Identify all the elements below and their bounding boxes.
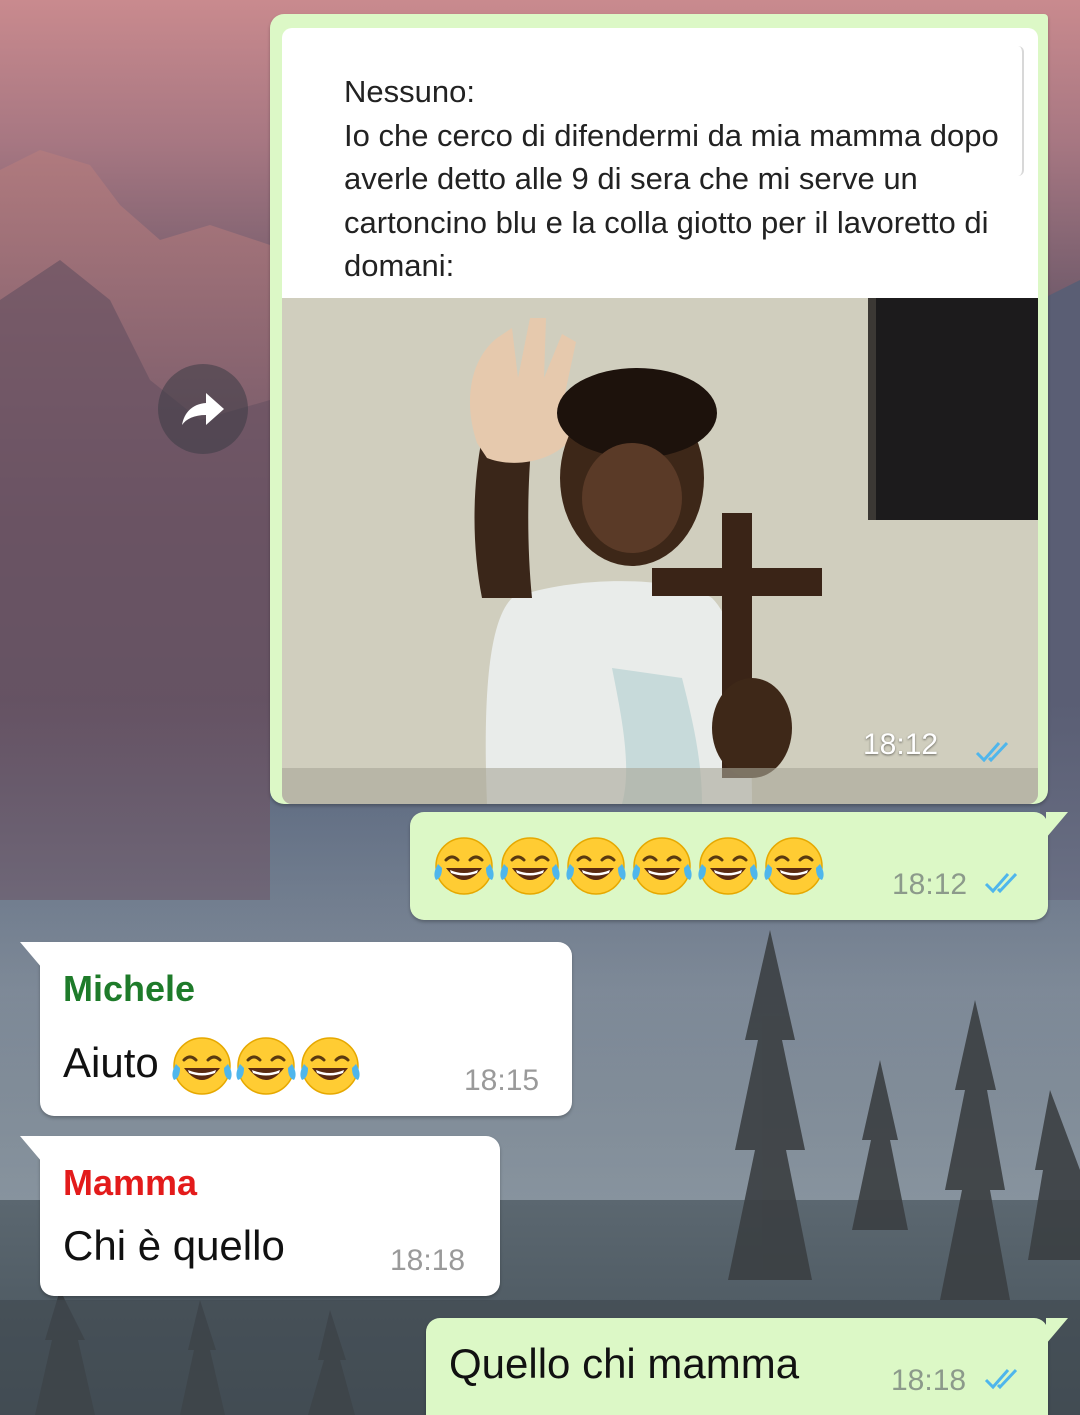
double-check-icon xyxy=(975,741,1009,763)
emoji-row xyxy=(170,1037,362,1095)
message-incoming-mamma[interactable]: Mamma Chi è quello 18:18 xyxy=(20,1136,500,1296)
tears-of-joy-emoji xyxy=(434,837,494,895)
tears-of-joy-emoji xyxy=(566,837,626,895)
message-time: 18:12 xyxy=(863,728,939,761)
message-outgoing-text[interactable]: Quello chi mamma 18:18 xyxy=(426,1318,1068,1415)
double-check-icon xyxy=(984,1368,1018,1390)
message-forwarded-image[interactable]: Nessuno: Io che cerco di difendermi da m… xyxy=(270,14,1048,804)
tears-of-joy-emoji xyxy=(236,1037,297,1095)
emoji-row xyxy=(432,834,828,898)
meme-text-card: Nessuno: Io che cerco di difendermi da m… xyxy=(282,28,1038,298)
message-incoming-michele[interactable]: Michele Aiuto 18:15 xyxy=(20,942,572,1116)
message-time: 18:18 xyxy=(891,1364,967,1397)
tears-of-joy-emoji xyxy=(698,837,758,895)
message-time: 18:15 xyxy=(464,1064,540,1097)
forward-button[interactable] xyxy=(158,364,248,454)
tears-of-joy-emoji xyxy=(172,1037,233,1095)
double-check-icon xyxy=(984,872,1018,894)
meme-caption: Nessuno: Io che cerco di difendermi da m… xyxy=(344,74,999,283)
tears-of-joy-emoji xyxy=(500,837,560,895)
message-time: 18:12 xyxy=(892,868,968,901)
sender-name: Michele xyxy=(63,968,196,1009)
message-text: Aiuto xyxy=(63,1039,159,1087)
message-time: 18:18 xyxy=(390,1244,466,1277)
message-text: Quello chi mamma xyxy=(449,1340,800,1387)
message-text: Chi è quello xyxy=(63,1222,285,1269)
sender-name: Mamma xyxy=(63,1162,198,1203)
tears-of-joy-emoji xyxy=(632,837,692,895)
tears-of-joy-emoji xyxy=(764,837,824,895)
forward-arrow-icon xyxy=(182,393,224,425)
tears-of-joy-emoji xyxy=(300,1037,361,1095)
message-emoji[interactable]: 18:12 xyxy=(410,812,1068,920)
message-text-row: Aiuto xyxy=(63,1034,362,1098)
